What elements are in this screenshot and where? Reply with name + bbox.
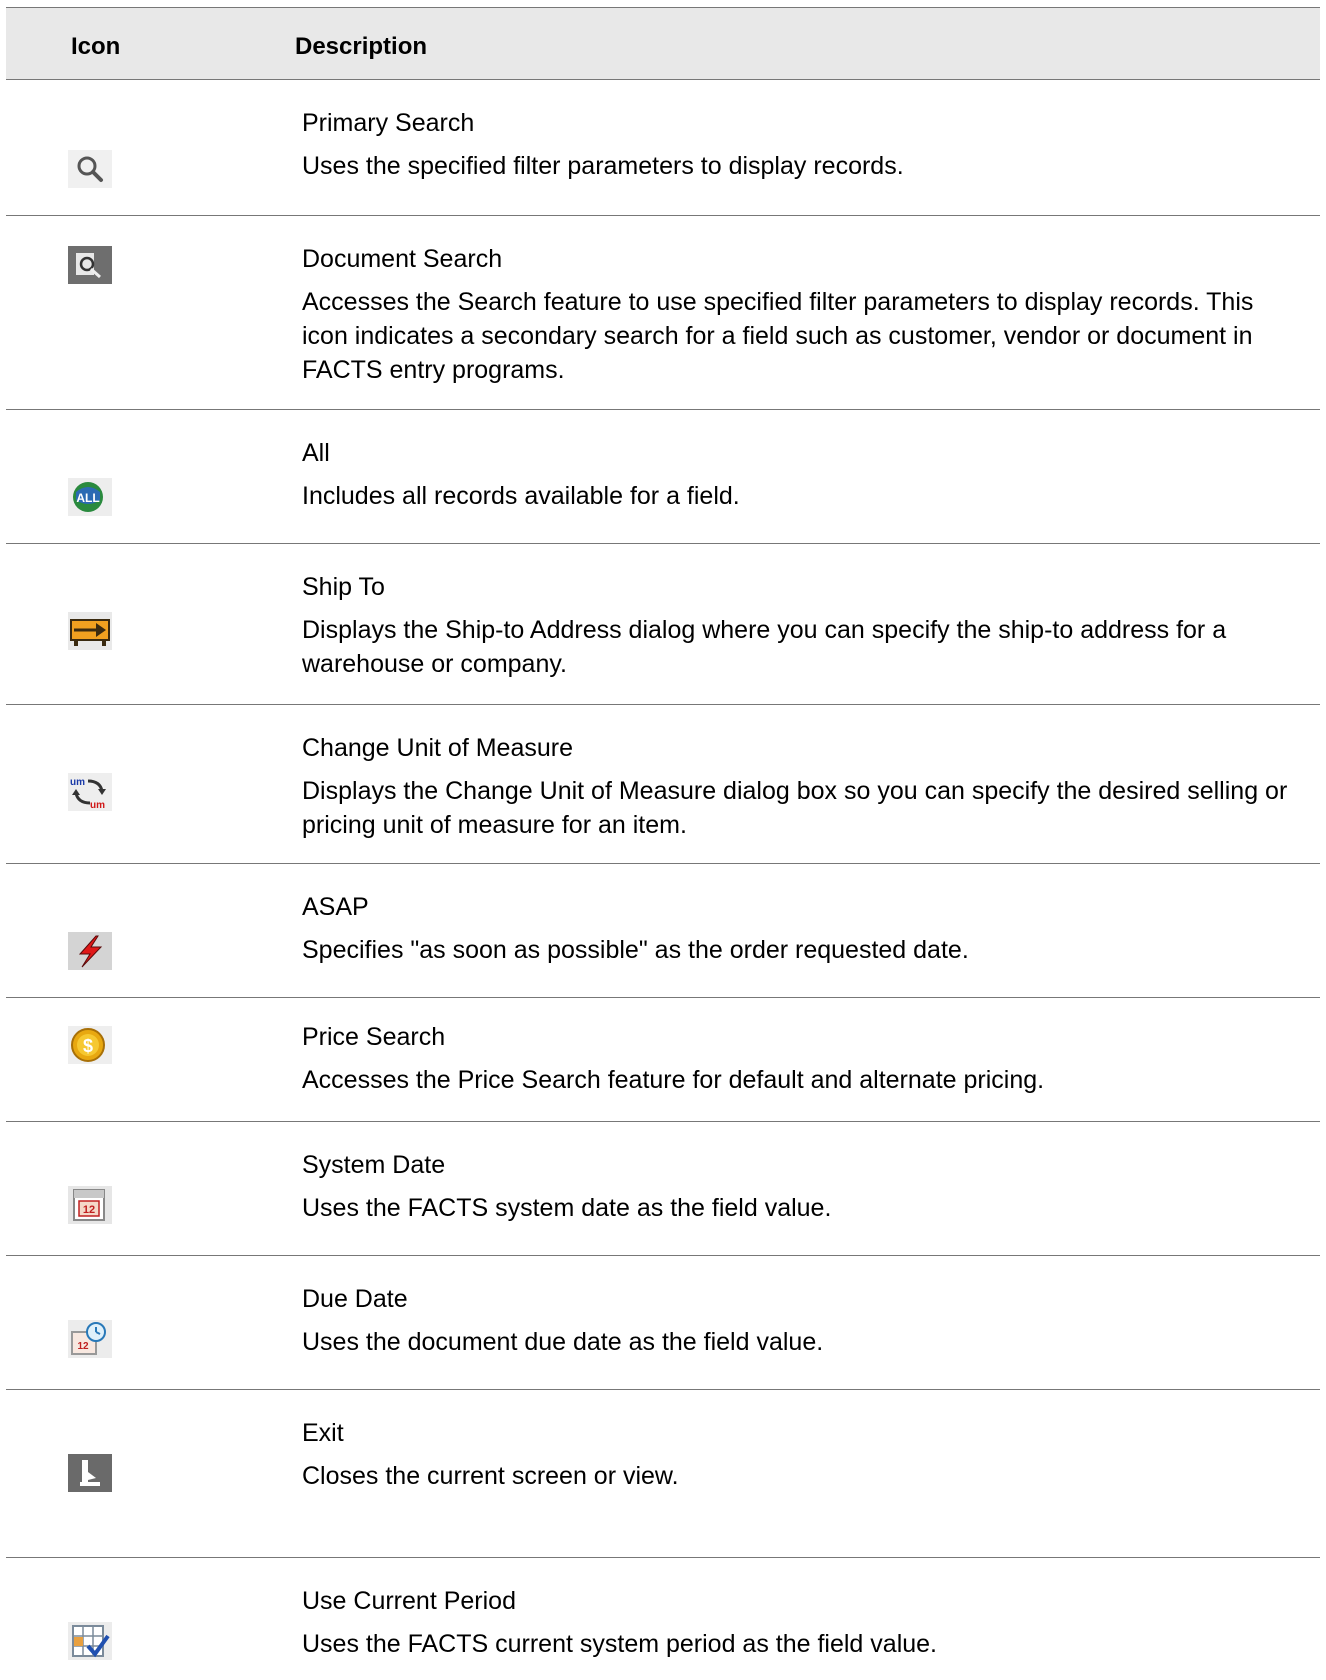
row-description: Displays the Change Unit of Measure dial… bbox=[302, 777, 1288, 839]
row-description: Accesses the Price Search feature for de… bbox=[302, 1066, 1045, 1094]
row-title: Document Search bbox=[302, 245, 503, 273]
all-globe-icon: ALL bbox=[68, 478, 112, 516]
ship-to-truck-icon bbox=[68, 612, 112, 650]
row-title: System Date bbox=[302, 1151, 446, 1179]
row-title: Change Unit of Measure bbox=[302, 734, 573, 762]
table-row: um um Change Unit of Measure Displays th… bbox=[6, 705, 1320, 864]
price-search-coin-icon: $ bbox=[68, 1026, 112, 1064]
row-title: Ship To bbox=[302, 573, 385, 601]
table-row: Ship To Displays the Ship-to Address dia… bbox=[6, 544, 1320, 705]
table-row: Document Search Accesses the Search feat… bbox=[6, 216, 1320, 410]
due-date-calendar-clock-icon: 12 bbox=[68, 1320, 112, 1358]
row-title: Exit bbox=[302, 1419, 344, 1447]
row-description: Includes all records available for a fie… bbox=[302, 482, 740, 510]
table-row: Primary Search Uses the specified filter… bbox=[6, 80, 1320, 216]
table-row: ALL All Includes all records available f… bbox=[6, 410, 1320, 544]
svg-text:ALL: ALL bbox=[76, 491, 99, 505]
row-description: Uses the FACTS system date as the field … bbox=[302, 1194, 832, 1222]
row-description: Specifies "as soon as possible" as the o… bbox=[302, 936, 969, 964]
row-description: Uses the specified filter parameters to … bbox=[302, 152, 904, 180]
row-title: Price Search bbox=[302, 1023, 446, 1051]
change-unit-of-measure-icon: um um bbox=[68, 773, 112, 811]
table-row: 12 Due Date Uses the document due date a… bbox=[6, 1256, 1320, 1390]
row-description: Uses the FACTS current system period as … bbox=[302, 1630, 937, 1658]
icon-column-header: Icon bbox=[71, 33, 121, 60]
row-description: Uses the document due date as the field … bbox=[302, 1328, 824, 1356]
use-current-period-icon bbox=[68, 1622, 112, 1660]
row-description: Displays the Ship-to Address dialog wher… bbox=[302, 616, 1227, 678]
table-row: $ Price Search Accesses the Price Search… bbox=[6, 998, 1320, 1122]
asap-lightning-icon bbox=[68, 932, 112, 970]
table-row: Exit Closes the current screen or view. bbox=[6, 1390, 1320, 1558]
svg-text:um: um bbox=[70, 777, 85, 788]
row-title: Primary Search bbox=[302, 109, 475, 137]
svg-text:$: $ bbox=[83, 1036, 93, 1056]
table-row: 12 System Date Uses the FACTS system dat… bbox=[6, 1122, 1320, 1256]
row-title: Use Current Period bbox=[302, 1587, 516, 1615]
icon-reference-page: Icon Description Primary Search Uses the… bbox=[0, 0, 1326, 1680]
table-header: Icon Description bbox=[6, 7, 1320, 80]
description-column-header: Description bbox=[295, 33, 428, 60]
row-description: Closes the current screen or view. bbox=[302, 1462, 679, 1490]
exit-door-icon bbox=[68, 1454, 112, 1492]
svg-text:um: um bbox=[90, 800, 105, 811]
svg-text:12: 12 bbox=[83, 1204, 95, 1216]
system-date-calendar-icon: 12 bbox=[68, 1186, 112, 1224]
table-row: Use Current Period Uses the FACTS curren… bbox=[6, 1558, 1320, 1680]
magnifier-search-icon bbox=[68, 150, 112, 188]
row-title: Due Date bbox=[302, 1285, 408, 1313]
document-search-icon bbox=[68, 246, 112, 284]
row-title: All bbox=[302, 439, 330, 467]
row-description: Accesses the Search feature to use speci… bbox=[302, 288, 1254, 384]
svg-text:12: 12 bbox=[77, 1341, 89, 1352]
table-row: ASAP Specifies "as soon as possible" as … bbox=[6, 864, 1320, 998]
row-title: ASAP bbox=[302, 893, 369, 921]
